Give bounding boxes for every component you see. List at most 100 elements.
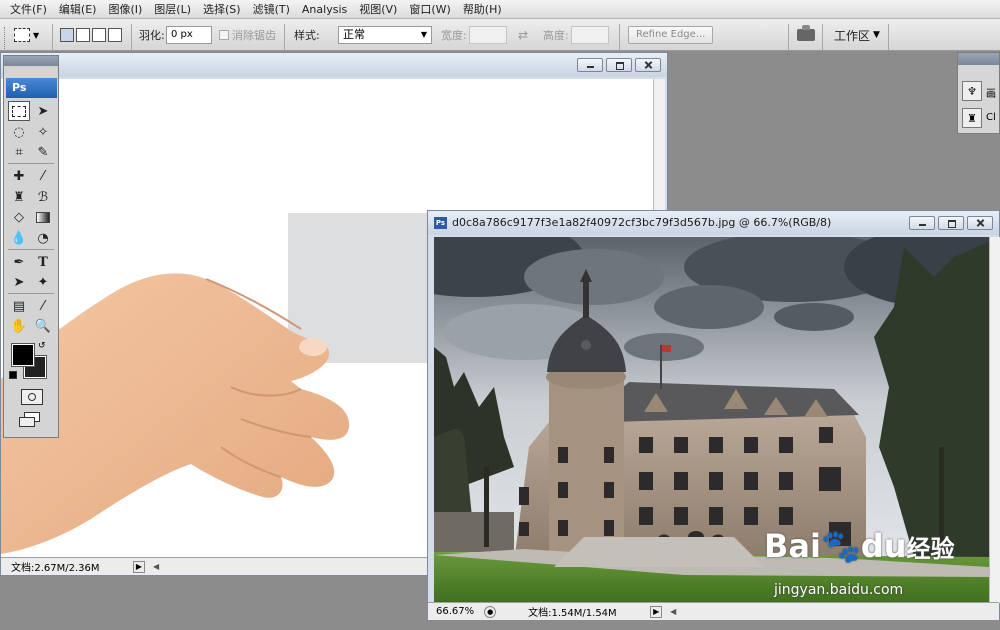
panel-item-label: Cl [986,112,996,123]
workspace-label: 工作区 [834,28,871,43]
menu-bar: 文件(F) 编辑(E) 图像(I) 图层(L) 选择(S) 滤镜(T) Anal… [0,0,1000,19]
marquee-preset-icon [14,28,30,42]
quick-mask-icon[interactable] [21,389,43,405]
add-selection-icon[interactable] [76,28,90,42]
brush-icon[interactable]: ⁄ [32,166,54,186]
rectangular-marquee-icon[interactable] [8,101,30,121]
options-grip [4,19,8,51]
chevron-down-icon: ▼ [420,30,427,39]
maximize-icon[interactable] [938,216,964,230]
options-sep-2 [131,19,132,51]
healing-brush-icon[interactable]: ✚ [8,166,30,186]
panel-item-label: 画 [986,89,996,100]
swap-dimensions-icon[interactable]: ⇄ [518,28,528,42]
status-menu-arrow-icon[interactable]: ▶ [650,605,663,618]
tool-preset-picker[interactable]: ▼ [14,19,39,51]
options-sep-7 [888,19,889,51]
width-input[interactable] [469,26,507,44]
panel-header[interactable] [958,53,999,65]
window-controls [577,58,661,72]
move-tool-icon[interactable]: ➤ [32,101,54,121]
workspace-menu[interactable]: 工作区 ▼ [834,19,880,51]
magic-wand-icon[interactable]: ✧ [32,122,54,142]
refine-edge-button[interactable]: Refine Edge... [628,26,714,44]
baidu-jingyan-text: 经验 [906,535,955,563]
gradient-icon[interactable] [32,207,54,227]
slice-icon[interactable]: ✎ [32,142,54,162]
menu-analysis[interactable]: Analysis [296,0,353,19]
caret-down-icon: ▼ [873,30,880,40]
maximize-icon[interactable] [606,58,632,72]
crop-icon[interactable]: ⌗ [8,142,30,162]
selection-mode-group [60,19,124,51]
pen-icon[interactable]: ✒ [8,252,30,272]
menu-layer[interactable]: 图层(L) [148,0,197,19]
document-canvas[interactable]: Bai🐾du经验 jingyan.baidu.com [434,237,989,603]
baidu-watermark-url: jingyan.baidu.com [774,582,904,598]
type-tool-icon[interactable]: T [32,252,54,272]
document-title: d0c8a786c9177f3e1a82f40972cf3bc79f3d567b… [452,216,832,229]
status-menu-arrow-icon[interactable]: ▶ [133,560,145,573]
vertical-scrollbar[interactable] [989,237,1000,603]
bridge-icon[interactable] [797,19,815,51]
document-titlebar[interactable]: Ps d0c8a786c9177f3e1a82f40972cf3bc79f3d5… [428,211,999,235]
feather-input[interactable]: 0 px [166,26,212,44]
eraser-icon[interactable]: ◇ [8,207,30,227]
scroll-left-arrow-icon[interactable]: ◀ [670,607,676,616]
baidu-brand-text-2: du [860,527,907,565]
zoom-options-icon[interactable]: ● [484,605,497,618]
toolbox-divider [8,293,54,294]
path-selection-icon[interactable]: ➤ [8,272,30,292]
document-window-castle[interactable]: Ps d0c8a786c9177f3e1a82f40972cf3bc79f3d5… [427,210,1000,620]
notes-icon[interactable]: ▤ [8,296,30,316]
document-titlebar[interactable] [1,53,667,77]
menu-window[interactable]: 窗口(W) [403,0,456,19]
close-icon[interactable] [635,58,661,72]
feather-label: 羽化: [139,29,165,42]
height-input[interactable] [571,26,609,44]
new-selection-icon[interactable] [60,28,74,42]
clone-stamp-icon[interactable]: ♜ [8,187,30,207]
menu-filter[interactable]: 滤镜(T) [247,0,296,19]
ps-document-icon: Ps [434,217,447,229]
eyedropper-icon[interactable]: ⁄ [32,296,54,316]
scroll-left-arrow-icon[interactable]: ◀ [153,562,159,571]
lasso-icon[interactable]: ◌ [8,122,30,142]
screen-mode-icon[interactable] [19,412,43,428]
document-size-status: 文档:1.54M/1.54M [528,608,617,619]
close-icon[interactable] [967,216,993,230]
menu-view[interactable]: 视图(V) [353,0,403,19]
window-controls [909,216,993,230]
clone-source-panel-icon[interactable]: ♜ [962,108,982,128]
baidu-brand-text: Bai [764,527,821,565]
collapsed-panel-dock: ♆ 画 ♜ Cl [957,52,1000,134]
minimize-icon[interactable] [577,58,603,72]
toolbox-header[interactable] [4,56,58,66]
document-statusbar: 66.67% ● 文档:1.54M/1.54M ▶ ◀ [428,602,999,620]
default-colors-icon[interactable] [9,371,17,379]
brushes-panel-icon[interactable]: ♆ [962,81,982,101]
toolbox: Ps ➤ ◌ ✧ ⌗ ✎ ✚ ⁄ ♜ ℬ ◇ 💧 ◔ ✒ T ➤ ✦ ▤ ⁄ ✋… [3,55,59,438]
toolbox-divider [8,163,54,164]
style-label: 样式: [294,29,320,42]
blur-icon[interactable]: 💧 [8,228,30,248]
intersect-selection-icon[interactable] [108,28,122,42]
history-brush-icon[interactable]: ℬ [32,187,54,207]
menu-image[interactable]: 图像(I) [102,0,148,19]
hand-tool-icon[interactable]: ✋ [8,316,30,336]
style-select[interactable]: 正常 ▼ [338,19,432,51]
zoom-icon[interactable]: 🔍 [32,316,54,336]
antialias-checkbox[interactable]: 消除锯齿 [219,19,276,51]
chevron-down-icon: ▼ [33,30,40,40]
swap-colors-icon[interactable]: ↺ [38,341,46,351]
custom-shape-icon[interactable]: ✦ [32,272,54,292]
menu-file[interactable]: 文件(F) [4,0,53,19]
subtract-selection-icon[interactable] [92,28,106,42]
dodge-icon[interactable]: ◔ [32,228,54,248]
menu-help[interactable]: 帮助(H) [457,0,508,19]
menu-edit[interactable]: 编辑(E) [53,0,103,19]
foreground-color-swatch[interactable] [11,343,35,367]
menu-select[interactable]: 选择(S) [197,0,247,19]
zoom-level[interactable]: 66.67% [436,606,474,617]
minimize-icon[interactable] [909,216,935,230]
